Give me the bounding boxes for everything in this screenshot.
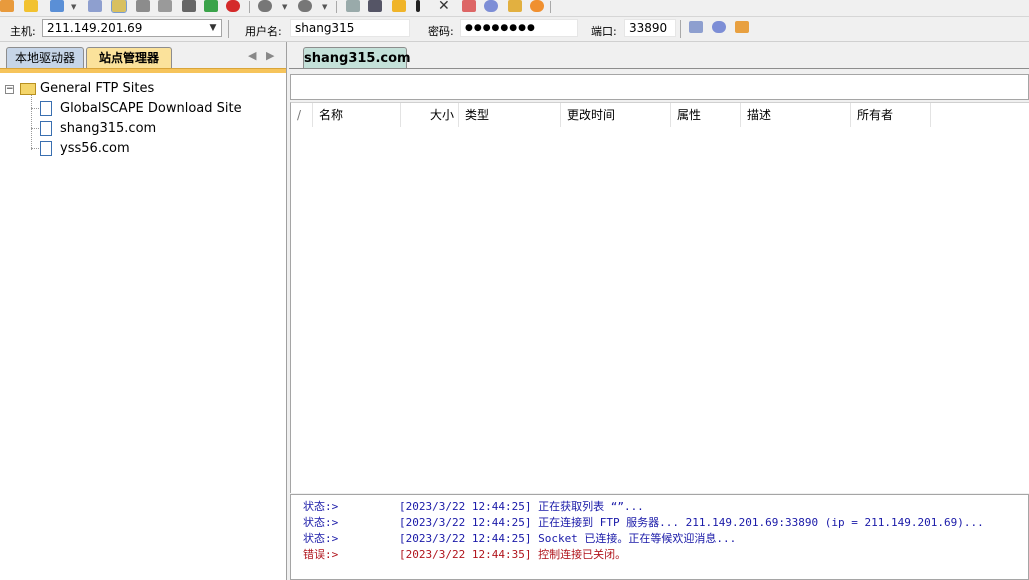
divider (228, 20, 229, 38)
chevron-down-icon[interactable]: ▼ (282, 3, 287, 11)
site-icon (40, 141, 52, 156)
username-input[interactable]: shang315 (290, 19, 410, 37)
column-header-size[interactable]: 大小 (401, 103, 459, 127)
password-input[interactable]: ●●●●●●●● (460, 19, 578, 37)
connection-bar: 主机: 211.149.201.69 ▼ 用户名: shang315 密码: ●… (0, 17, 1029, 42)
connect-icon[interactable] (689, 21, 703, 33)
chevron-right-icon[interactable]: ▶ (266, 49, 274, 62)
site-manager-icon[interactable] (111, 0, 127, 13)
log-panel[interactable]: 状态:> [2023/3/22 12:44:25] 正在获取列表 “”... 状态… (290, 494, 1029, 580)
tab-underline (0, 68, 286, 73)
log-label: 状态:> (303, 516, 339, 529)
port-label: 端口: (591, 25, 617, 38)
upload-icon[interactable] (298, 0, 312, 12)
quick-connect-icon[interactable] (24, 0, 38, 12)
connect-icon[interactable] (0, 0, 14, 12)
binary-icon[interactable] (182, 0, 196, 12)
remote-path-input[interactable] (290, 74, 1029, 100)
refresh-icon[interactable] (204, 0, 218, 12)
username-label: 用户名: (245, 25, 282, 38)
host-label: 主机: (10, 25, 36, 38)
download-icon[interactable] (258, 0, 272, 12)
column-header-sort[interactable]: / (291, 103, 313, 127)
tree-line (31, 90, 32, 150)
remote-file-list[interactable]: / 名称 大小 类型 更改时间 属性 描述 所有者 (290, 102, 1029, 493)
chevron-left-icon[interactable]: ◀ (248, 49, 256, 62)
stop-icon[interactable] (226, 0, 240, 12)
log-row: 状态:> [2023/3/22 12:44:25] Socket 已连接。正在等候… (303, 531, 736, 547)
log-label: 状态:> (303, 532, 339, 545)
tree-node-yss56[interactable]: yss56.com (40, 140, 130, 158)
pin-icon[interactable] (136, 0, 150, 12)
disconnect-icon[interactable] (88, 0, 102, 12)
column-header-attributes[interactable]: 属性 (671, 103, 741, 127)
column-header-modified[interactable]: 更改时间 (561, 103, 671, 127)
password-label: 密码: (428, 25, 454, 38)
column-header-description[interactable]: 描述 (741, 103, 851, 127)
tab-underline (289, 68, 1029, 69)
favorite-icon[interactable] (508, 0, 522, 12)
tree-node-shang315[interactable]: shang315.com (40, 120, 156, 138)
toolbar-divider (249, 1, 250, 13)
new-folder-icon[interactable] (392, 0, 406, 12)
chevron-down-icon[interactable]: ▼ (205, 20, 221, 36)
tree-node-label: GlobalSCAPE Download Site (60, 101, 242, 116)
tree-node-label: General FTP Sites (40, 81, 155, 96)
collapse-icon[interactable]: − (5, 85, 14, 94)
add-site-icon[interactable] (735, 21, 749, 33)
trace-icon[interactable] (158, 0, 172, 12)
site-icon (40, 101, 52, 116)
log-label: 错误:> (303, 548, 339, 561)
chevron-down-icon[interactable]: ▼ (71, 3, 76, 11)
fire-icon[interactable] (530, 0, 544, 12)
mark-icon[interactable] (416, 0, 420, 12)
column-header-type[interactable]: 类型 (459, 103, 561, 127)
tab-local-drives[interactable]: 本地驱动器 (6, 47, 84, 68)
settings-icon[interactable] (712, 21, 726, 33)
column-header-name[interactable]: 名称 (313, 103, 401, 127)
log-row: 状态:> [2023/3/22 12:44:25] 正在获取列表 “”... (303, 499, 644, 515)
toolbar: ▼ ▼ ▼ ✕ (0, 0, 1029, 17)
column-header-owner[interactable]: 所有者 (851, 103, 931, 127)
delete-icon[interactable]: ✕ (438, 0, 452, 13)
remote-panel: shang315.com / 名称 大小 类型 更改时间 属性 描述 所有者 状… (289, 42, 1029, 580)
port-input[interactable]: 33890 (624, 19, 676, 37)
edit-icon[interactable] (346, 0, 360, 12)
divider (680, 20, 681, 38)
host-combobox[interactable]: 211.149.201.69 ▼ (42, 19, 222, 37)
tab-site-manager[interactable]: 站点管理器 (86, 47, 172, 68)
compare-icon[interactable] (368, 0, 382, 12)
tree-node-general-ftp-sites[interactable]: General FTP Sites (20, 80, 154, 98)
site-manager-panel: 本地驱动器 站点管理器 ◀ ▶ − General FTP Sites Glob… (0, 42, 287, 580)
log-row: 错误:> [2023/3/22 12:44:35] 控制连接已关闭。 (303, 547, 626, 563)
site-icon (40, 121, 52, 136)
log-text: [2023/3/22 12:44:25] 正在获取列表 “”... (399, 500, 644, 513)
log-text: [2023/3/22 12:44:35] 控制连接已关闭。 (399, 548, 627, 561)
tree-node-label: shang315.com (60, 121, 157, 136)
log-label: 状态:> (303, 500, 339, 513)
tree-node-globalscape[interactable]: GlobalSCAPE Download Site (40, 100, 242, 118)
chevron-down-icon[interactable]: ▼ (322, 3, 327, 11)
log-text: [2023/3/22 12:44:25] 正在连接到 FTP 服务器... 21… (399, 516, 984, 529)
folder-icon (20, 82, 36, 95)
tab-remote-site[interactable]: shang315.com (303, 47, 411, 69)
toolbar-divider (550, 1, 551, 13)
settings-icon[interactable] (484, 0, 498, 12)
toolbar-divider (336, 1, 337, 13)
log-text: [2023/3/22 12:44:25] Socket 已连接。正在等候欢迎消息… (399, 532, 737, 545)
log-row: 状态:> [2023/3/22 12:44:25] 正在连接到 FTP 服务器..… (303, 515, 984, 531)
tree-line (31, 148, 39, 149)
tree-line (31, 128, 39, 129)
checklist-icon[interactable] (462, 0, 476, 12)
tree-line (31, 108, 39, 109)
tree-node-label: yss56.com (60, 141, 130, 156)
host-value: 211.149.201.69 (47, 21, 143, 35)
new-icon[interactable] (50, 0, 64, 12)
